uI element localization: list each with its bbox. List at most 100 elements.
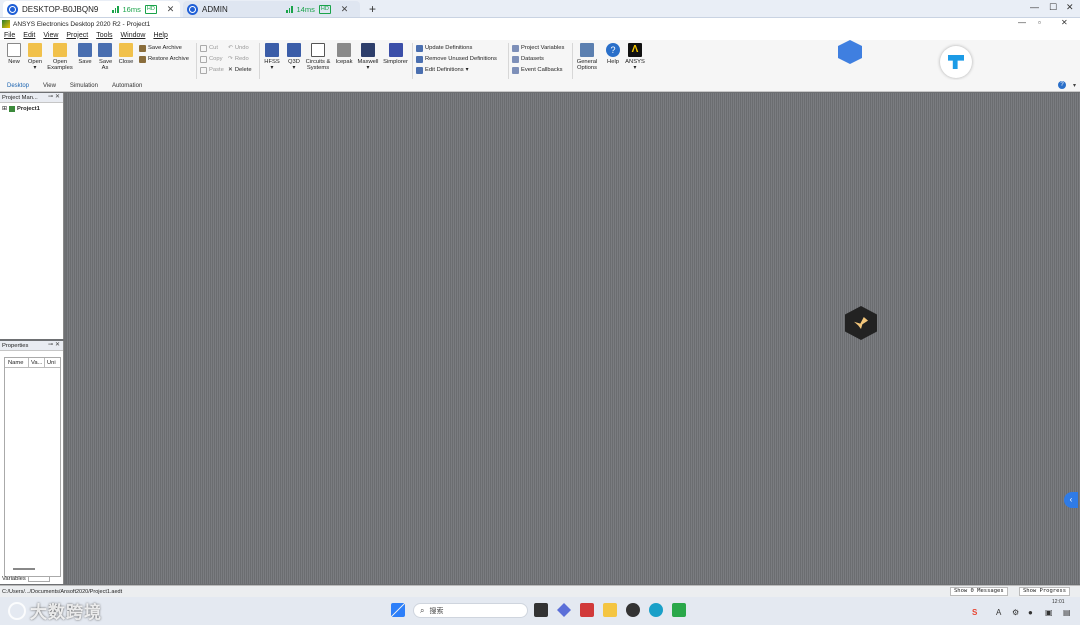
icepak-button[interactable]: Icepak [334,43,354,65]
tab-view[interactable]: View [36,80,63,92]
remove-unused-definitions-button[interactable]: Remove Unused Definitions [416,54,497,64]
minimize-icon[interactable]: — [1030,2,1039,12]
menu-edit[interactable]: Edit [23,32,35,39]
pin-icon[interactable]: ⊸ [48,341,53,348]
app-minimize-icon[interactable]: — [1018,18,1026,27]
edge-browser-icon[interactable] [649,603,663,617]
save-as-button[interactable]: Save As [96,43,114,71]
column-value[interactable]: Va... [29,358,45,367]
tab-desktop[interactable]: Desktop [0,80,36,92]
new-tab-plus-icon[interactable]: + [369,2,376,16]
open-examples-button[interactable]: Open Examples [46,43,74,71]
tab-automation[interactable]: Automation [105,80,149,92]
cut-button[interactable]: Cut [200,43,218,53]
remote-assistant-icon[interactable] [838,40,862,64]
q3d-button[interactable]: Q3D ▾ [285,43,303,71]
delete-button[interactable]: ✕ Delete [228,65,252,75]
close-window-icon[interactable]: ✕ [1066,2,1074,13]
maximize-icon[interactable]: ☐ [1049,2,1057,13]
redo-button[interactable]: ↷ Redo [228,54,249,64]
project-manager-header: Project Man... ⊸ ✕ [0,93,63,103]
side-expand-chevron-icon[interactable]: ‹ [1064,492,1078,508]
menu-help[interactable]: Help [153,32,167,39]
latency-label: 14ms [296,4,315,14]
ribbon-help-icon[interactable]: ? [1058,81,1066,89]
watermark-text: 大数跨境 [30,603,102,622]
remote-tab-desktop[interactable]: DESKTOP-B0JBQN9 16ms HD ✕ [3,1,180,17]
close-icon[interactable]: ✕ [55,341,60,348]
new-file-icon [7,43,21,57]
hfss-button[interactable]: HFSS ▾ [263,43,281,71]
app-close-icon[interactable]: ✕ [1061,18,1068,27]
event-callbacks-button[interactable]: Event Callbacks [512,65,563,75]
taskbar-search[interactable]: ⌕ 搜索 [413,603,528,618]
menu-tools[interactable]: Tools [96,32,112,39]
close-button[interactable]: Close [117,43,135,65]
menu-view[interactable]: View [43,32,58,39]
app-title-bar: ANSYS Electronics Desktop 2020 R2 - Proj… [0,18,1080,30]
undo-button[interactable]: ↶ Undo [228,43,249,53]
save-button[interactable]: Save [76,43,94,65]
simplorer-icon [388,43,403,57]
ansys-button[interactable]: Λ ANSYS ▾ [625,43,645,71]
show-progress-button[interactable]: Show Progress [1019,587,1071,596]
app-restore-icon[interactable]: ▫ [1038,18,1041,27]
close-icon[interactable]: ✕ [167,4,175,15]
edit-definitions-button[interactable]: Edit Definitions ▾ [416,65,469,75]
footer-input[interactable] [27,576,50,582]
terminal-icon[interactable] [534,603,548,617]
project-variables-button[interactable]: Project Variables [512,43,564,53]
restore-archive-button[interactable]: Restore Archive [139,54,189,64]
menu-file[interactable]: File [4,32,15,39]
watermark-logo-icon [8,601,26,620]
column-unit[interactable]: Uni [45,358,59,367]
red-app-icon[interactable] [580,603,594,617]
latency-label: 16ms [122,4,141,14]
save-icon [78,43,92,57]
todesk-float-icon[interactable] [940,46,972,78]
settings-icon[interactable]: ⚙ [1012,608,1019,617]
tab-simulation[interactable]: Simulation [63,80,105,92]
media-player-icon[interactable] [626,603,640,617]
tree-item-project[interactable]: ⊞ Project1 [0,103,63,114]
update-definitions-button[interactable]: Update Definitions [416,43,472,53]
remote-tab-admin[interactable]: ADMIN 14ms HD ✕ [183,1,360,17]
file-explorer-icon[interactable] [603,603,617,617]
menu-project[interactable]: Project [66,32,88,39]
simplorer-button[interactable]: Simplorer [381,43,410,65]
ribbon-collapse-icon[interactable]: ▾ [1073,82,1076,89]
show-messages-button[interactable]: Show 0 Messages [950,587,1008,596]
floating-assistant-icon[interactable] [845,306,877,340]
new-button[interactable]: New [5,43,23,65]
datasets-button[interactable]: Datasets [512,54,544,64]
ribbon-separator [508,43,509,79]
display-icon[interactable]: ▤ [1063,608,1071,617]
close-icon[interactable]: ✕ [55,93,60,100]
windows-start-icon[interactable] [391,603,405,617]
help-button[interactable]: ? Help [604,43,622,65]
tab-variables[interactable]: Variables [2,576,26,584]
menu-window[interactable]: Window [121,32,146,39]
notification-icon[interactable]: ▣ [1045,608,1053,617]
ime-a-icon[interactable]: A [996,608,1001,617]
general-options-button[interactable]: General Options [575,43,599,71]
maxwell-button[interactable]: Maxwell ▾ [356,43,380,71]
save-archive-button[interactable]: Save Archive [139,43,182,53]
save-as-icon [98,43,112,57]
microphone-icon[interactable]: ● [1028,608,1033,617]
ime-s-icon[interactable]: S [972,608,977,617]
circuits-systems-button[interactable]: Circuits & Systems [303,43,333,71]
circuit-icon [311,43,325,57]
ribbon: New Open ▾ Open Examples Save Save As Cl… [0,40,1080,80]
aedt-taskbar-icon[interactable] [672,603,686,617]
open-button[interactable]: Open ▾ [26,43,44,71]
pin-icon[interactable]: ⊸ [48,93,53,100]
copy-button[interactable]: Copy [200,54,223,64]
horizontal-scrollbar[interactable] [13,568,35,570]
paste-button[interactable]: Paste [200,65,224,75]
remove-icon [416,55,423,63]
close-icon[interactable]: ✕ [341,4,349,15]
expand-icon[interactable]: ⊞ [2,105,7,112]
workspace-area[interactable]: ‹ [66,93,1080,584]
column-name[interactable]: Name [5,358,29,367]
